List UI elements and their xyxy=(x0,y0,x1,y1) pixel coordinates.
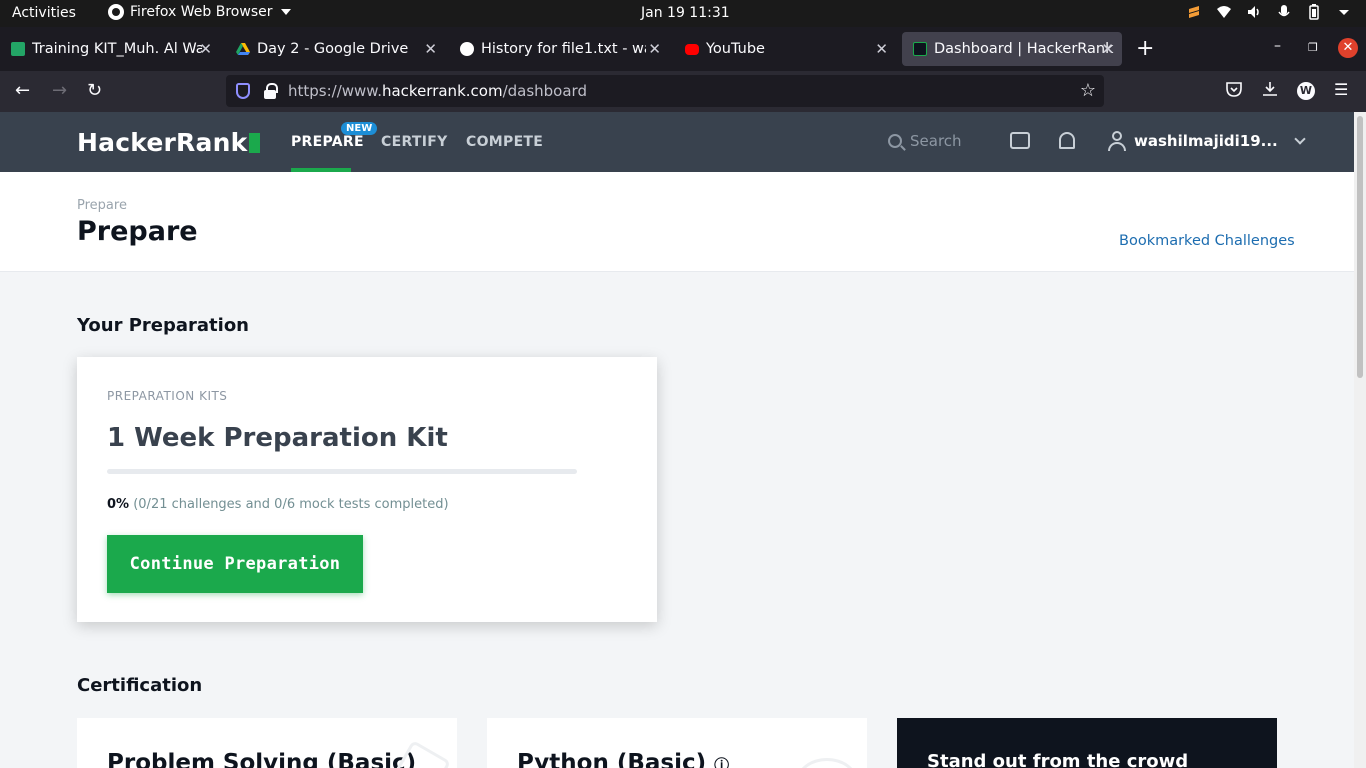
chevron-down-icon xyxy=(1294,133,1306,145)
volume-icon[interactable] xyxy=(1246,4,1262,20)
search-box[interactable]: Search xyxy=(888,132,962,150)
tab-github-history[interactable]: History for file1.txt - wasl ✕ xyxy=(449,32,669,66)
hackerrank-icon xyxy=(913,42,927,56)
page-header: Prepare Prepare Bookmarked Challenges xyxy=(0,172,1354,272)
nav-compete[interactable]: COMPETE xyxy=(466,134,543,150)
url-text[interactable]: https://www.hackerrank.com/dashboard xyxy=(288,82,587,100)
back-button[interactable]: ← xyxy=(15,80,30,101)
breadcrumb[interactable]: Prepare xyxy=(77,198,127,213)
user-icon xyxy=(1108,131,1126,151)
minimize-button[interactable]: – xyxy=(1274,38,1281,54)
hackerrank-logo[interactable]: HackerRank xyxy=(77,128,261,157)
youtube-icon xyxy=(685,43,699,55)
sublime-icon[interactable] xyxy=(1186,4,1202,20)
navigation-toolbar: ← → ↻ https://www.hackerrank.com/dashboa… xyxy=(0,71,1366,112)
google-drive-icon xyxy=(236,42,250,56)
search-icon xyxy=(888,134,902,148)
url-bar[interactable]: https://www.hackerrank.com/dashboard ☆ xyxy=(226,75,1104,107)
certification-section-title: Certification xyxy=(77,675,203,696)
system-top-bar: Activities Firefox Web Browser Jan 19 11… xyxy=(0,0,1366,27)
close-icon[interactable]: ✕ xyxy=(875,40,888,58)
cert-title: Python (Basic) ⓘ xyxy=(517,750,729,768)
reload-button[interactable]: ↻ xyxy=(87,80,102,101)
scrollbar-thumb[interactable] xyxy=(1357,116,1363,378)
caret-down-icon xyxy=(280,9,291,15)
extension-w-icon[interactable]: W xyxy=(1297,82,1315,100)
github-icon xyxy=(460,42,474,56)
notifications-bell-icon[interactable] xyxy=(1059,132,1075,149)
tab-title: Day 2 - Google Drive xyxy=(257,41,409,57)
pocket-icon[interactable] xyxy=(1225,80,1243,102)
cert-card-problem-solving[interactable]: Problem Solving (Basic) xyxy=(77,718,457,768)
tab-strip: Training KIT_Muh. Al Was ✕ Day 2 - Googl… xyxy=(0,27,1366,71)
menu-icon[interactable]: ☰ xyxy=(1334,80,1348,99)
tab-title: History for file1.txt - wasl xyxy=(481,41,646,57)
promo-title: Stand out from the crowd xyxy=(927,751,1189,768)
tracking-protection-icon[interactable] xyxy=(236,83,250,99)
user-menu[interactable]: washilmajidi19... xyxy=(1108,131,1306,151)
continue-preparation-button[interactable]: Continue Preparation xyxy=(107,535,363,593)
tab-google-drive[interactable]: Day 2 - Google Drive ✕ xyxy=(225,32,445,66)
tab-hackerrank[interactable]: Dashboard | HackerRank ✕ xyxy=(902,32,1122,66)
page-scrollbar[interactable] xyxy=(1354,112,1366,768)
info-icon: ⓘ xyxy=(714,756,730,768)
bookmark-star-icon[interactable]: ☆ xyxy=(1080,80,1096,101)
clock[interactable]: Jan 19 11:31 xyxy=(641,5,730,21)
messages-icon[interactable] xyxy=(1010,132,1030,149)
nav-certify[interactable]: CERTIFY xyxy=(381,134,448,150)
downloads-icon[interactable] xyxy=(1261,80,1279,102)
lock-icon[interactable] xyxy=(264,83,278,99)
close-icon[interactable]: ✕ xyxy=(199,40,212,58)
tab-title: Training KIT_Muh. Al Was xyxy=(32,41,202,57)
battery-icon[interactable] xyxy=(1306,4,1322,20)
preparation-section-title: Your Preparation xyxy=(77,315,249,336)
kit-title[interactable]: 1 Week Preparation Kit xyxy=(107,423,448,453)
restore-button[interactable]: ❐ xyxy=(1308,41,1318,54)
system-tray[interactable] xyxy=(1186,4,1352,20)
search-placeholder: Search xyxy=(910,132,962,150)
nav-prepare[interactable]: PREPARE xyxy=(291,134,364,150)
close-icon[interactable]: ✕ xyxy=(648,40,661,58)
progress-bar xyxy=(107,469,577,474)
microphone-icon[interactable] xyxy=(1276,4,1292,20)
wifi-icon[interactable] xyxy=(1216,4,1232,20)
tab-title: YouTube xyxy=(706,41,765,57)
window-close-button[interactable]: ✕ xyxy=(1338,38,1358,58)
close-icon[interactable]: ✕ xyxy=(424,40,437,58)
tab-title: Dashboard | HackerRank xyxy=(934,41,1114,57)
firefox-icon xyxy=(108,4,124,20)
username: washilmajidi19... xyxy=(1134,132,1278,150)
page-title: Prepare xyxy=(77,216,198,247)
tab-youtube[interactable]: YouTube ✕ xyxy=(674,32,896,66)
forward-button[interactable]: → xyxy=(52,80,67,101)
preparation-kit-card[interactable]: PREPARATION KITS 1 Week Preparation Kit … xyxy=(77,357,657,622)
cert-card-python[interactable]: Python (Basic) ⓘ xyxy=(487,718,867,768)
app-menu-label: Firefox Web Browser xyxy=(130,4,273,20)
badge-icon xyxy=(797,758,857,768)
progress-text: 0% (0/21 challenges and 0/6 mock tests c… xyxy=(107,497,449,512)
kit-label: PREPARATION KITS xyxy=(107,389,228,403)
promo-card[interactable]: Stand out from the crowd xyxy=(897,718,1277,768)
activities-button[interactable]: Activities xyxy=(12,5,76,21)
chevron-down-icon[interactable] xyxy=(1336,4,1352,20)
cert-title: Problem Solving (Basic) xyxy=(107,750,417,768)
bookmarked-challenges-link[interactable]: Bookmarked Challenges xyxy=(1119,233,1295,249)
close-icon[interactable]: ✕ xyxy=(1101,40,1114,58)
sheets-icon xyxy=(11,42,25,56)
new-tab-button[interactable]: + xyxy=(1136,36,1154,61)
new-badge: NEW xyxy=(341,122,378,135)
app-menu[interactable]: Firefox Web Browser xyxy=(108,4,291,20)
tab-training-kit[interactable]: Training KIT_Muh. Al Was ✕ xyxy=(0,32,220,66)
